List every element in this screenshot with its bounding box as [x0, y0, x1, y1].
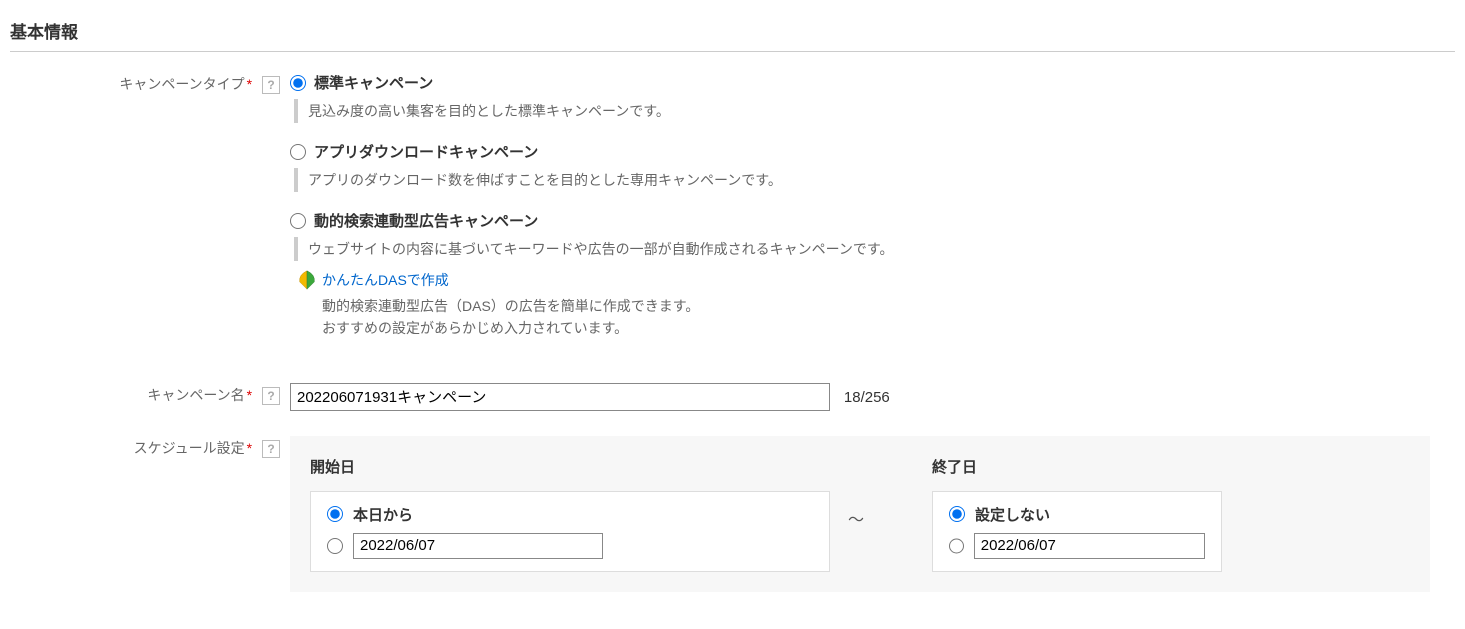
schedule-value: 開始日 本日から ～ 終了日 [290, 436, 1465, 592]
campaign-name-value: 18/256 [290, 383, 1455, 411]
schedule-tilde: ～ [848, 506, 864, 530]
label-campaign-name: キャンペーン名* ? [10, 383, 290, 405]
easy-das-link[interactable]: かんたんDASで作成 [296, 269, 1415, 291]
campaign-type-option-das: 動的検索連動型広告キャンペーン ウェブサイトの内容に基づいてキーワードや広告の一… [290, 210, 1415, 340]
start-date-input[interactable] [353, 533, 603, 559]
schedule-box: 開始日 本日から ～ 終了日 [290, 436, 1430, 592]
easy-das-link-text: かんたんDASで作成 [322, 270, 449, 290]
start-radio-date[interactable] [327, 538, 343, 554]
radio-input-das[interactable] [290, 213, 306, 229]
campaign-name-input[interactable] [290, 383, 830, 411]
schedule-start-col: 開始日 本日から [310, 456, 830, 572]
help-icon[interactable]: ? [262, 387, 280, 405]
row-campaign-name: キャンペーン名* ? 18/256 [10, 383, 1455, 411]
basic-info-section: 基本情報 キャンペーンタイプ* ? 標準キャンペーン 見込み度の高い集客を目的と… [10, 10, 1455, 592]
campaign-type-option-app: アプリダウンロードキャンペーン アプリのダウンロード数を伸ばすことを目的とした専… [290, 141, 1415, 192]
start-option-date[interactable] [327, 533, 813, 559]
desc-app: アプリのダウンロード数を伸ばすことを目的とした専用キャンペーンです。 [294, 168, 1415, 192]
leaf-icon [296, 269, 318, 291]
end-radio-none[interactable] [949, 506, 965, 522]
campaign-type-radio-app[interactable]: アプリダウンロードキャンペーン [290, 141, 1415, 162]
end-option-date[interactable] [949, 533, 1205, 559]
end-radio-date[interactable] [949, 538, 964, 554]
label-campaign-type: キャンペーンタイプ* ? [10, 72, 290, 94]
required-mark: * [247, 440, 252, 456]
row-schedule: スケジュール設定* ? 開始日 本日から [10, 436, 1455, 592]
desc-das: ウェブサイトの内容に基づいてキーワードや広告の一部が自動作成されるキャンペーンで… [294, 237, 1415, 261]
easy-das-sub1: 動的検索連動型広告（DAS）の広告を簡単に作成できます。 [322, 295, 1415, 317]
schedule-start-inner: 本日から [310, 491, 830, 572]
end-option-none[interactable]: 設定しない [949, 504, 1205, 525]
campaign-name-counter: 18/256 [844, 389, 890, 406]
schedule-start-title: 開始日 [310, 456, 830, 477]
desc-standard: 見込み度の高い集客を目的とした標準キャンペーンです。 [294, 99, 1415, 123]
required-mark: * [247, 387, 252, 403]
campaign-type-radio-standard[interactable]: 標準キャンペーン [290, 72, 1415, 93]
end-date-input[interactable] [974, 533, 1205, 559]
campaign-type-options: 標準キャンペーン 見込み度の高い集客を目的とした標準キャンペーンです。 アプリダ… [290, 72, 1455, 358]
schedule-end-col: 終了日 設定しない [932, 456, 1222, 572]
label-campaign-type-text: キャンペーンタイプ [119, 76, 244, 92]
easy-das-sub2: おすすめの設定があらかじめ入力されています。 [322, 317, 1415, 339]
radio-input-standard[interactable] [290, 75, 306, 91]
end-label-none: 設定しない [975, 504, 1050, 525]
row-campaign-type: キャンペーンタイプ* ? 標準キャンペーン 見込み度の高い集客を目的とした標準キ… [10, 72, 1455, 358]
start-option-today[interactable]: 本日から [327, 504, 813, 525]
required-mark: * [247, 76, 252, 92]
help-icon[interactable]: ? [262, 76, 280, 94]
radio-label-das: 動的検索連動型広告キャンペーン [314, 210, 538, 231]
section-title: 基本情報 [10, 10, 1455, 52]
schedule-end-inner: 設定しない [932, 491, 1222, 572]
radio-label-app: アプリダウンロードキャンペーン [314, 141, 538, 162]
help-icon[interactable]: ? [262, 440, 280, 458]
label-schedule: スケジュール設定* ? [10, 436, 290, 458]
label-campaign-name-text: キャンペーン名 [147, 387, 244, 403]
start-label-today: 本日から [353, 504, 413, 525]
campaign-type-radio-das[interactable]: 動的検索連動型広告キャンペーン [290, 210, 1415, 231]
label-schedule-text: スケジュール設定 [134, 440, 245, 456]
schedule-end-title: 終了日 [932, 456, 1222, 477]
campaign-type-option-standard: 標準キャンペーン 見込み度の高い集客を目的とした標準キャンペーンです。 [290, 72, 1415, 123]
start-radio-today[interactable] [327, 506, 343, 522]
radio-input-app[interactable] [290, 144, 306, 160]
radio-label-standard: 標準キャンペーン [314, 72, 433, 93]
